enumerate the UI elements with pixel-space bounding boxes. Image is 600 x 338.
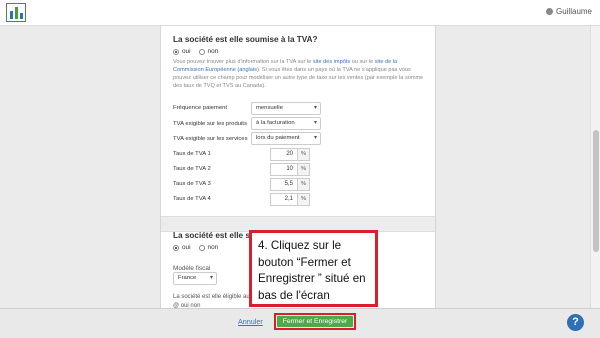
instruction-callout: 4. Cliquez sur le bouton “Fermer et Enre…: [249, 230, 378, 307]
tva-radio-group: oui non: [173, 48, 218, 55]
tva-section-title: La société est elle soumise à la TVA?: [173, 35, 318, 44]
second-radio-group: oui non: [173, 244, 218, 251]
taux-tva-2-input[interactable]: 10: [270, 163, 298, 176]
tva-produits-label: TVA exigible sur les produits: [173, 121, 247, 127]
frequence-select[interactable]: mensuelle ▾: [251, 102, 321, 115]
user-menu[interactable]: Guillaume: [545, 7, 592, 16]
taux-tva-3-input[interactable]: 5,5: [270, 178, 298, 191]
radio-checked-icon: [173, 48, 179, 55]
save-close-button[interactable]: Fermer et Enregistrer: [277, 316, 353, 327]
taux-tva-4-label: Taux de TVA 4: [173, 196, 211, 202]
radio-label: oui: [182, 244, 191, 251]
radio-checked-icon: [173, 244, 179, 251]
tva-info-text: Vous pouvez trouver plus d'information s…: [173, 59, 424, 89]
taux-tva-3-label: Taux de TVA 3: [173, 181, 211, 187]
app-logo-icon[interactable]: [6, 3, 26, 22]
fiscal-model-select[interactable]: France ▾: [173, 272, 217, 285]
percent-addon: %: [298, 163, 310, 176]
radio-label: non: [207, 244, 219, 251]
second-radio-non[interactable]: non: [198, 244, 219, 251]
scrollbar-thumb[interactable]: [593, 130, 599, 252]
radio-label: oui: [182, 48, 191, 55]
frequence-label: Fréquence paiement: [173, 105, 228, 111]
chevron-down-icon: ▾: [313, 105, 317, 111]
taux-tva-1-input[interactable]: 20: [270, 148, 298, 161]
fiscal-model-label: Modèle fiscal: [173, 265, 211, 272]
tva-services-label: TVA exigible sur les services: [173, 136, 248, 142]
radio-unchecked-icon: [198, 48, 205, 55]
link-site-impots[interactable]: site des impôts: [313, 59, 350, 65]
radio-label: non: [207, 48, 219, 55]
chevron-down-icon: ▾: [209, 275, 213, 281]
chevron-down-icon: ▾: [313, 135, 317, 141]
percent-addon: %: [298, 193, 310, 206]
taux-tva-1-label: Taux de TVA 1: [173, 151, 211, 157]
tva-produits-select[interactable]: à la facturation ▾: [251, 117, 321, 130]
taux-tva-2-label: Taux de TVA 2: [173, 166, 211, 172]
percent-addon: %: [298, 178, 310, 191]
tva-radio-non[interactable]: non: [198, 48, 219, 55]
help-icon[interactable]: ?: [567, 314, 584, 331]
page-scrollbar[interactable]: [590, 26, 600, 308]
cancel-link[interactable]: Annuler: [238, 317, 263, 326]
percent-addon: %: [298, 148, 310, 161]
user-icon: [545, 8, 553, 15]
radio-unchecked-icon: [198, 244, 205, 251]
top-bar: Guillaume: [0, 0, 600, 26]
chevron-down-icon: ▾: [313, 120, 317, 126]
taux-tva-4-input[interactable]: 2,1: [270, 193, 298, 206]
callout-text: 4. Cliquez sur le bouton “Fermer et Enre…: [258, 239, 366, 302]
user-name: Guillaume: [555, 7, 592, 16]
tva-radio-oui[interactable]: oui: [173, 48, 191, 55]
second-radio-oui[interactable]: oui: [173, 244, 191, 251]
tva-services-select[interactable]: lors du paiement ▾: [251, 132, 321, 145]
